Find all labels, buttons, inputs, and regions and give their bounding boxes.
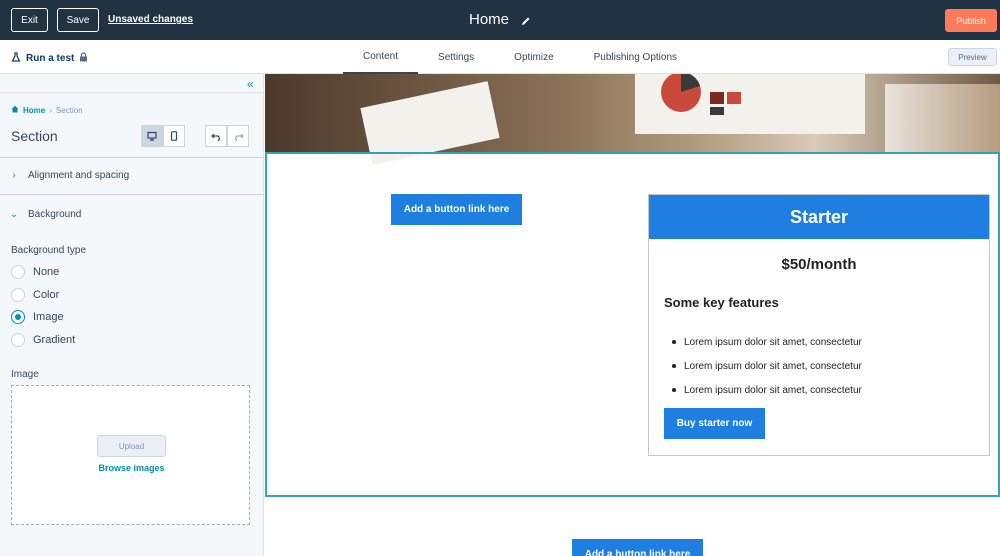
pencil-icon[interactable]	[521, 13, 531, 31]
radio-background-gradient[interactable]: Gradient	[11, 333, 75, 347]
tab-optimize[interactable]: Optimize	[494, 40, 573, 74]
unsaved-changes-link[interactable]: Unsaved changes	[108, 14, 193, 25]
radio-background-image[interactable]: Image	[11, 310, 64, 324]
radio-label: Gradient	[33, 334, 76, 346]
add-button-link-2[interactable]: Add a button link here	[572, 539, 703, 556]
chevron-right-icon: ›	[12, 169, 16, 181]
flask-icon	[11, 52, 21, 65]
radio-background-none[interactable]: None	[11, 265, 59, 279]
editor-tabs-bar: Run a test Content Settings Optimize Pub…	[0, 40, 1000, 74]
features-list: Lorem ipsum dolor sit amet, consectetur …	[664, 330, 862, 402]
radio-background-color[interactable]: Color	[11, 288, 59, 302]
list-item: Lorem ipsum dolor sit amet, consectetur	[664, 330, 862, 354]
radio-circle[interactable]	[11, 288, 25, 302]
chevron-right-icon: ›	[49, 105, 52, 115]
radio-label: None	[33, 266, 60, 278]
background-type-label: Background type	[11, 245, 87, 256]
buy-starter-button[interactable]: Buy starter now	[664, 408, 765, 439]
desktop-view-button[interactable]	[141, 125, 163, 147]
mobile-view-button[interactable]	[163, 125, 185, 147]
list-item: Lorem ipsum dolor sit amet, consectetur	[664, 354, 862, 378]
publish-button[interactable]: Publish	[945, 9, 997, 32]
pricing-card-price: $50/month	[781, 256, 857, 273]
accordion-label: Background	[28, 208, 82, 220]
top-bar: Exit Save Unsaved changes Home Publish	[0, 0, 1000, 40]
device-toggle	[141, 125, 185, 147]
chevron-down-icon: ⌄	[9, 208, 19, 220]
pricing-card[interactable]: Starter $50/month Some key features Lore…	[648, 194, 990, 456]
page-canvas: Add a button link here Starter $50/month…	[265, 74, 1000, 556]
exit-button[interactable]: Exit	[11, 8, 48, 32]
undo-button[interactable]	[205, 125, 227, 147]
tab-publishing-options[interactable]: Publishing Options	[574, 40, 697, 74]
history-controls	[205, 125, 249, 147]
double-chevron-left-icon[interactable]: «	[247, 77, 254, 91]
desktop-icon	[147, 131, 157, 141]
redo-icon	[234, 133, 244, 141]
paper-shape	[885, 84, 1000, 152]
radio-circle[interactable]	[11, 333, 25, 347]
accordion-background[interactable]: ⌄ Background	[0, 195, 264, 233]
sidebar: « Home › Section Section › Alignment and…	[0, 74, 264, 556]
breadcrumb-current: Section	[55, 105, 83, 115]
page-title: Home	[469, 11, 510, 28]
breadcrumb-home[interactable]: Home	[23, 106, 45, 115]
run-test-label: Run a test	[26, 53, 75, 64]
radio-circle-selected[interactable]	[11, 310, 25, 324]
accordion-label: Alignment and spacing	[28, 169, 130, 181]
preview-button[interactable]: Preview	[948, 48, 997, 66]
tab-content[interactable]: Content	[343, 40, 419, 74]
list-item: Lorem ipsum dolor sit amet, consectetur	[664, 378, 862, 402]
undo-icon	[210, 133, 220, 141]
lock-icon	[79, 52, 88, 65]
run-test-link[interactable]: Run a test	[11, 52, 88, 65]
tab-settings[interactable]: Settings	[418, 40, 494, 74]
radio-circle[interactable]	[11, 265, 25, 279]
pie-chart-icon	[661, 74, 741, 115]
radio-label: Color	[33, 289, 60, 301]
browse-images-link[interactable]: Browse images	[12, 463, 251, 473]
pricing-card-title: Starter	[649, 195, 989, 239]
image-label: Image	[11, 369, 39, 380]
save-button[interactable]: Save	[57, 8, 99, 32]
sidebar-title: Section	[11, 128, 58, 144]
hero-image[interactable]	[265, 74, 1000, 165]
add-button-link[interactable]: Add a button link here	[391, 194, 522, 225]
sidebar-collapse-row: «	[0, 74, 264, 93]
breadcrumb: Home › Section	[11, 105, 83, 115]
accordion-alignment-spacing[interactable]: › Alignment and spacing	[0, 156, 264, 194]
home-icon	[11, 105, 19, 115]
editor-tabs: Content Settings Optimize Publishing Opt…	[343, 40, 697, 74]
mobile-icon	[170, 131, 178, 141]
features-title: Some key features	[664, 295, 779, 310]
redo-button[interactable]	[227, 125, 249, 147]
upload-button[interactable]: Upload	[97, 435, 166, 457]
radio-label: Image	[33, 311, 64, 323]
image-dropzone[interactable]: Upload Browse images	[11, 385, 250, 525]
